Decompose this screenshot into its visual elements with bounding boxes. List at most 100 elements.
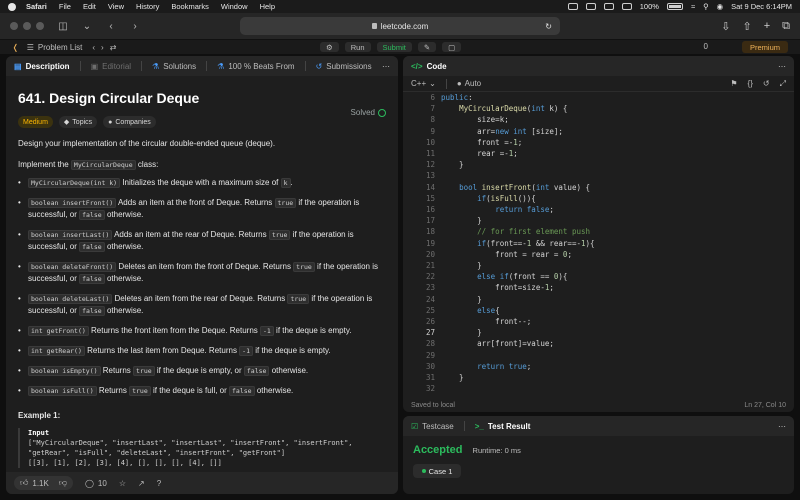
tab-solutions[interactable]: ⚗ Solutions bbox=[152, 62, 196, 71]
code-editor[interactable]: 6 7 8 9 10 11 12 13 14 15 16 17 18 19 20 21 22 23 24 25 26 27… bbox=[403, 92, 794, 412]
code-line[interactable]: } bbox=[441, 159, 790, 170]
keyboard-icon[interactable] bbox=[603, 3, 614, 10]
companies-chip[interactable]: ● Companies bbox=[103, 116, 156, 128]
code-line[interactable] bbox=[441, 383, 790, 394]
problem-title[interactable]: 641. Design Circular Deque bbox=[18, 90, 386, 106]
debug-button[interactable]: ⚙ bbox=[320, 42, 339, 52]
run-button[interactable]: Run bbox=[344, 42, 371, 52]
premium-button[interactable]: Premium bbox=[741, 41, 788, 53]
code-line[interactable]: } bbox=[441, 327, 790, 338]
menu-history[interactable]: History bbox=[136, 2, 159, 11]
code-line[interactable] bbox=[441, 350, 790, 361]
tab-description[interactable]: ▤ Description bbox=[14, 62, 70, 71]
code-line[interactable] bbox=[441, 170, 790, 181]
code-content[interactable]: public: MyCircularDeque(int k) { size=k;… bbox=[441, 92, 790, 394]
download-icon[interactable]: ⇩ bbox=[721, 20, 730, 33]
code-line[interactable]: public: bbox=[441, 92, 790, 103]
cloud-icon[interactable] bbox=[621, 3, 632, 10]
apple-icon[interactable] bbox=[8, 2, 16, 11]
tab-test-result[interactable]: >_ Test Result bbox=[475, 422, 531, 431]
bookmark-icon[interactable]: ⚑ bbox=[730, 79, 737, 88]
code-line[interactable]: if(front==-1 && rear==-1){ bbox=[441, 238, 790, 249]
display-icon[interactable] bbox=[585, 3, 596, 10]
battery-icon[interactable] bbox=[666, 3, 683, 10]
prev-problem-icon[interactable]: ‹ bbox=[92, 43, 95, 52]
leetcode-logo-icon[interactable]: ❬ bbox=[12, 43, 19, 52]
code-line[interactable]: else if(front == 0){ bbox=[441, 271, 790, 282]
code-line[interactable]: // for first element push bbox=[441, 226, 790, 237]
code-line[interactable]: arr=new int [size]; bbox=[441, 126, 790, 137]
menu-app-name[interactable]: Safari bbox=[26, 2, 47, 11]
method-text: otherwise. bbox=[104, 210, 144, 219]
back-icon[interactable]: ‹ bbox=[104, 21, 118, 32]
code-line[interactable]: rear =-1; bbox=[441, 148, 790, 159]
code-line[interactable]: else{ bbox=[441, 305, 790, 316]
auto-mode[interactable]: ● Auto bbox=[457, 79, 481, 88]
tab-editorial[interactable]: ▣ Editorial bbox=[91, 62, 131, 71]
close-window-button[interactable] bbox=[10, 22, 18, 30]
code-line[interactable]: size=k; bbox=[441, 114, 790, 125]
code-line[interactable]: front =-1; bbox=[441, 137, 790, 148]
format-icon[interactable]: {} bbox=[748, 79, 753, 88]
more-icon[interactable]: ⋯ bbox=[778, 422, 786, 431]
address-bar[interactable]: leetcode.com ↻ bbox=[240, 17, 560, 35]
code-line[interactable]: MyCircularDeque(int k) { bbox=[441, 103, 790, 114]
more-icon[interactable]: ⋯ bbox=[778, 62, 786, 71]
code-line[interactable]: arr[front]=value; bbox=[441, 338, 790, 349]
fullscreen-button[interactable]: ▢ bbox=[442, 42, 462, 52]
tab-submissions[interactable]: ↺ Submissions bbox=[316, 62, 372, 71]
menu-view[interactable]: View bbox=[108, 2, 124, 11]
reload-icon[interactable]: ↻ bbox=[545, 22, 552, 31]
expand-icon[interactable]: ⤢ bbox=[780, 79, 786, 89]
case-1-button[interactable]: Case 1 bbox=[413, 464, 461, 478]
zoom-window-button[interactable] bbox=[36, 22, 44, 30]
code-line[interactable]: front--; bbox=[441, 316, 790, 327]
next-problem-icon[interactable]: › bbox=[101, 43, 104, 52]
reset-icon[interactable]: ↺ bbox=[763, 79, 770, 88]
menu-window[interactable]: Window bbox=[221, 2, 248, 11]
language-select[interactable]: C++ ⌄ bbox=[411, 79, 436, 88]
menu-edit[interactable]: Edit bbox=[83, 2, 96, 11]
siri-icon[interactable]: ◉ bbox=[717, 2, 724, 11]
shuffle-icon[interactable]: ⇄ bbox=[110, 43, 117, 52]
menu-bookmarks[interactable]: Bookmarks bbox=[171, 2, 209, 11]
comments-button[interactable]: ◯ 10 bbox=[85, 479, 107, 488]
code-line[interactable]: } bbox=[441, 215, 790, 226]
thumbs-down-icon[interactable]: 👎︎ bbox=[59, 478, 67, 488]
difficulty-chip[interactable]: Medium bbox=[18, 116, 53, 128]
menu-file[interactable]: File bbox=[59, 2, 71, 11]
sidebar-toggle-icon[interactable]: ◫ bbox=[56, 21, 70, 32]
menubar-clock[interactable]: Sat 9 Dec 6:14PM bbox=[731, 2, 792, 11]
submit-button[interactable]: Submit bbox=[376, 42, 412, 52]
share-icon[interactable]: ⇧ bbox=[742, 20, 751, 33]
tab-beats[interactable]: ⚗ 100 % Beats From bbox=[217, 62, 294, 71]
code-line[interactable]: return true; bbox=[441, 361, 790, 372]
tab-code[interactable]: </> Code bbox=[411, 62, 447, 71]
problem-list-link[interactable]: Problem List bbox=[38, 43, 82, 52]
share-icon[interactable]: ↗ bbox=[138, 479, 145, 488]
code-line[interactable]: } bbox=[441, 372, 790, 383]
more-icon[interactable]: ⋯ bbox=[382, 62, 390, 71]
code-line[interactable]: bool insertFront(int value) { bbox=[441, 182, 790, 193]
like-button[interactable]: 👍︎ 1.1K 👎︎ bbox=[14, 476, 73, 490]
wifi-icon[interactable]: ≈ bbox=[691, 2, 695, 11]
tab-testcase[interactable]: ☑ Testcase bbox=[411, 422, 454, 431]
control-center-icon[interactable] bbox=[567, 3, 578, 10]
tab-overview-icon[interactable]: ⧉ bbox=[782, 20, 790, 33]
code-line[interactable]: return false; bbox=[441, 204, 790, 215]
chevron-down-icon[interactable]: ⌄ bbox=[80, 21, 94, 32]
new-tab-icon[interactable]: + bbox=[764, 20, 770, 33]
code-line[interactable]: if(isFull()){ bbox=[441, 193, 790, 204]
search-icon[interactable]: ⚲ bbox=[703, 2, 709, 11]
code-line[interactable]: front = rear = 0; bbox=[441, 249, 790, 260]
help-icon[interactable]: ? bbox=[157, 479, 161, 488]
forward-icon[interactable]: › bbox=[128, 21, 142, 32]
minimize-window-button[interactable] bbox=[23, 22, 31, 30]
code-line[interactable]: front=size-1; bbox=[441, 282, 790, 293]
code-line[interactable]: } bbox=[441, 260, 790, 271]
topics-chip[interactable]: ◆ Topics bbox=[58, 116, 98, 128]
code-line[interactable]: } bbox=[441, 294, 790, 305]
menu-help[interactable]: Help bbox=[260, 2, 275, 11]
notes-button[interactable]: ✎ bbox=[417, 42, 437, 52]
star-icon[interactable]: ☆ bbox=[119, 479, 126, 488]
